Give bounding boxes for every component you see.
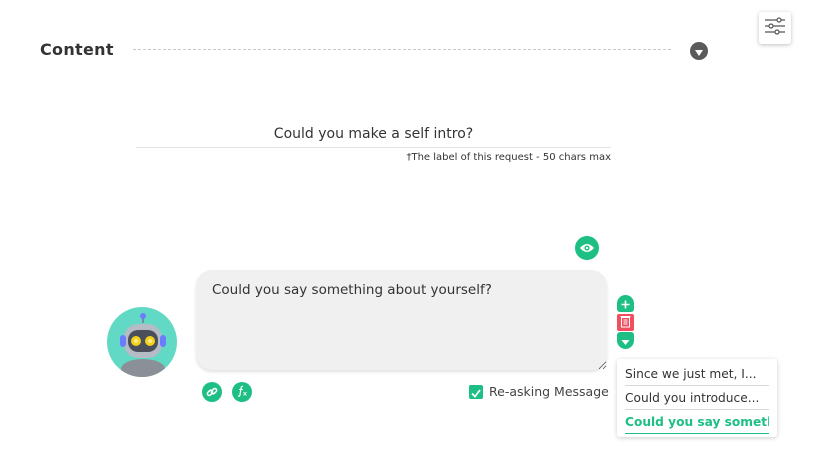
variation-item-active[interactable]: Could you say someth...: [625, 411, 769, 434]
section-title: Content: [40, 40, 114, 59]
sliders-icon: [764, 16, 786, 40]
link-icon: [206, 383, 218, 402]
insert-link-button[interactable]: [202, 382, 222, 402]
bot-avatar: [107, 307, 177, 377]
eye-icon: [579, 239, 595, 258]
section-divider: [133, 49, 671, 50]
variation-item[interactable]: Since we just met, I...: [625, 363, 769, 386]
robot-icon: [120, 313, 166, 377]
message-textarea[interactable]: Could you say something about yourself?: [196, 270, 607, 370]
variation-item[interactable]: Could you introduce...: [625, 387, 769, 410]
checkmark-icon: [471, 383, 481, 402]
move-down-button[interactable]: [617, 332, 634, 349]
trash-icon: [620, 313, 631, 332]
collapse-button[interactable]: [690, 42, 708, 60]
request-label-hint: †The label of this request - 50 chars ma…: [406, 152, 611, 163]
plus-icon: [621, 294, 630, 313]
chevron-down-icon: [694, 42, 704, 61]
add-message-button[interactable]: [617, 295, 634, 312]
delete-message-button[interactable]: [617, 314, 634, 331]
reasking-checkbox[interactable]: [469, 385, 483, 399]
request-label-input[interactable]: [136, 121, 611, 148]
insert-function-button[interactable]: [232, 382, 252, 402]
settings-button[interactable]: [759, 12, 791, 44]
preview-button[interactable]: [575, 236, 599, 260]
chevron-down-icon: [621, 331, 630, 350]
variations-list: Since we just met, I... Could you introd…: [617, 359, 777, 437]
reasking-label: Re-asking Message: [489, 384, 609, 399]
function-icon: [236, 385, 248, 400]
